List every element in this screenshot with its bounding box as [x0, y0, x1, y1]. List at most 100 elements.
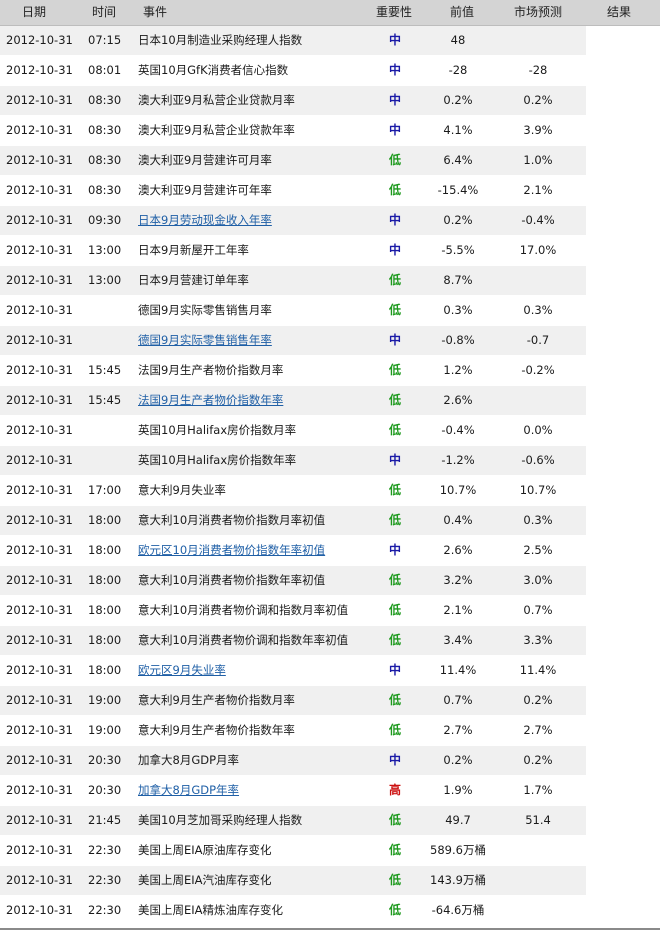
- result-value: [590, 446, 650, 475]
- table-row: 2012-10-31 19:00 意大利9月生产者物价指数年率 低 2.7% 2.7%: [0, 716, 660, 746]
- importance-level: 低: [388, 183, 401, 197]
- importance-level: 中: [388, 333, 401, 347]
- previous-value: -0.4%: [441, 423, 475, 437]
- event-name: 意大利10月消费者物价调和指数月率初值: [138, 603, 349, 617]
- forecast-value: 2.5%: [523, 543, 553, 557]
- event-link[interactable]: 欧元区10月消费者物价指数年率初值: [138, 536, 325, 565]
- forecast-value: 1.0%: [523, 153, 553, 167]
- event-date: 2012-10-31: [6, 723, 73, 737]
- table-row: 2012-10-31 15:45 法国9月生产者物价指数年率 低 2.6%: [0, 386, 660, 416]
- event-date: 2012-10-31: [6, 813, 73, 827]
- previous-value: 0.7%: [443, 693, 473, 707]
- table-row: 2012-10-31 18:00 意大利10月消费者物价调和指数月率初值 低 2.1% 0…: [0, 596, 660, 626]
- event-time: 22:30: [88, 903, 122, 917]
- previous-value: 10.7%: [439, 483, 477, 497]
- event-time: 18:00: [88, 663, 122, 677]
- forecast-value: 51.4: [525, 813, 551, 827]
- event-time: 18:00: [88, 543, 122, 557]
- forecast-value: 0.2%: [523, 753, 553, 767]
- result-value: [590, 326, 650, 355]
- result-value: [590, 356, 650, 385]
- forecast-value: -0.4%: [521, 213, 555, 227]
- event-date: 2012-10-31: [6, 663, 73, 677]
- table-row: 2012-10-31 22:30 美国上周EIA原油库存变化 低 589.6万桶: [0, 836, 660, 866]
- importance-level: 低: [388, 363, 401, 377]
- event-date: 2012-10-31: [6, 243, 73, 257]
- table-row: 2012-10-31 13:00 日本9月营建订单年率 低 8.7%: [0, 266, 660, 296]
- table-row: 2012-10-31 英国10月Halifax房价指数月率 低 -0.4% 0.0%: [0, 416, 660, 446]
- row-background: [0, 326, 586, 356]
- forecast-value: 3.9%: [523, 123, 553, 137]
- table-row: 2012-10-31 英国10月Halifax房价指数年率 中 -1.2% -0.6%: [0, 446, 660, 476]
- event-link[interactable]: 加拿大8月GDP年率: [138, 776, 239, 805]
- previous-value: -28: [448, 63, 468, 77]
- importance-level: 中: [388, 243, 401, 257]
- event-time: 20:30: [88, 753, 122, 767]
- table-row: 2012-10-31 08:30 澳大利亚9月私营企业贷款年率 中 4.1% 3.9%: [0, 116, 660, 146]
- event-time: 13:00: [88, 243, 122, 257]
- result-value: [590, 776, 650, 805]
- forecast-value: 1.7%: [523, 783, 553, 797]
- forecast-value: -0.2%: [521, 363, 555, 377]
- forecast-value: -0.6%: [521, 453, 555, 467]
- importance-level: 中: [388, 93, 401, 107]
- event-name: 意大利10月消费者物价调和指数年率初值: [138, 633, 349, 647]
- header-previous: 前值: [450, 5, 475, 19]
- event-time: 20:30: [88, 783, 122, 797]
- table-row: 2012-10-31 22:30 美国上周EIA精炼油库存变化 低 -64.6万桶: [0, 896, 660, 926]
- forecast-value: -0.7: [526, 333, 550, 347]
- importance-level: 高: [388, 783, 401, 797]
- table-row: 2012-10-31 09:30 日本9月劳动现金收入年率 中 0.2% -0.4%: [0, 206, 660, 236]
- table-row: 2012-10-31 21:45 美国10月芝加哥采购经理人指数 低 49.7 51.4: [0, 806, 660, 836]
- event-time: 08:30: [88, 93, 122, 107]
- result-value: [590, 266, 650, 295]
- event-time: 08:01: [88, 63, 122, 77]
- event-date: 2012-10-31: [6, 903, 73, 917]
- forecast-value: -28: [528, 63, 548, 77]
- event-link[interactable]: 德国9月实际零售销售年率: [138, 326, 272, 355]
- importance-level: 低: [388, 603, 401, 617]
- forecast-value: [508, 866, 568, 895]
- previous-value: 1.2%: [443, 363, 473, 377]
- result-value: [590, 746, 650, 775]
- previous-value: 8.7%: [443, 273, 473, 287]
- event-link[interactable]: 法国9月生产者物价指数年率: [138, 386, 283, 415]
- previous-value: -0.8%: [441, 333, 475, 347]
- importance-level: 低: [388, 843, 401, 857]
- result-value: [590, 806, 650, 835]
- event-time: 18:00: [88, 513, 122, 527]
- event-time: 17:00: [88, 483, 122, 497]
- previous-value: 0.4%: [443, 513, 473, 527]
- event-date: 2012-10-31: [6, 63, 73, 77]
- table-bottom-border: [0, 928, 660, 930]
- event-time: 22:30: [88, 873, 122, 887]
- table-row: 2012-10-31 18:00 欧元区10月消费者物价指数年率初值 中 2.6% 2.5…: [0, 536, 660, 566]
- previous-value: -1.2%: [441, 453, 475, 467]
- importance-level: 中: [388, 453, 401, 467]
- event-name: 澳大利亚9月私营企业贷款年率: [138, 123, 295, 137]
- previous-value: 6.4%: [443, 153, 473, 167]
- event-name: 日本10月制造业采购经理人指数: [138, 33, 303, 47]
- importance-level: 低: [388, 483, 401, 497]
- event-date: 2012-10-31: [6, 303, 73, 317]
- event-date: 2012-10-31: [6, 183, 73, 197]
- previous-value: 3.2%: [443, 573, 473, 587]
- event-date: 2012-10-31: [6, 603, 73, 617]
- forecast-value: 0.3%: [523, 513, 553, 527]
- importance-level: 中: [388, 543, 401, 557]
- event-link[interactable]: 日本9月劳动现金收入年率: [138, 206, 272, 235]
- event-link[interactable]: 欧元区9月失业率: [138, 656, 226, 685]
- importance-level: 低: [388, 573, 401, 587]
- economic-calendar: 日期 时间 事件 重要性 前值 市场预测 结果 2012-10-31 07:15 日…: [0, 0, 660, 939]
- event-date: 2012-10-31: [6, 483, 73, 497]
- importance-level: 低: [388, 903, 401, 917]
- event-date: 2012-10-31: [6, 753, 73, 767]
- importance-level: 中: [388, 753, 401, 767]
- importance-level: 中: [388, 63, 401, 77]
- event-name: 法国9月生产者物价指数月率: [138, 363, 284, 377]
- event-time: 22:30: [88, 843, 122, 857]
- event-date: 2012-10-31: [6, 213, 73, 227]
- event-date: 2012-10-31: [6, 573, 73, 587]
- event-name: 日本9月营建订单年率: [138, 273, 249, 287]
- table-row: 2012-10-31 19:00 意大利9月生产者物价指数月率 低 0.7% 0.2%: [0, 686, 660, 716]
